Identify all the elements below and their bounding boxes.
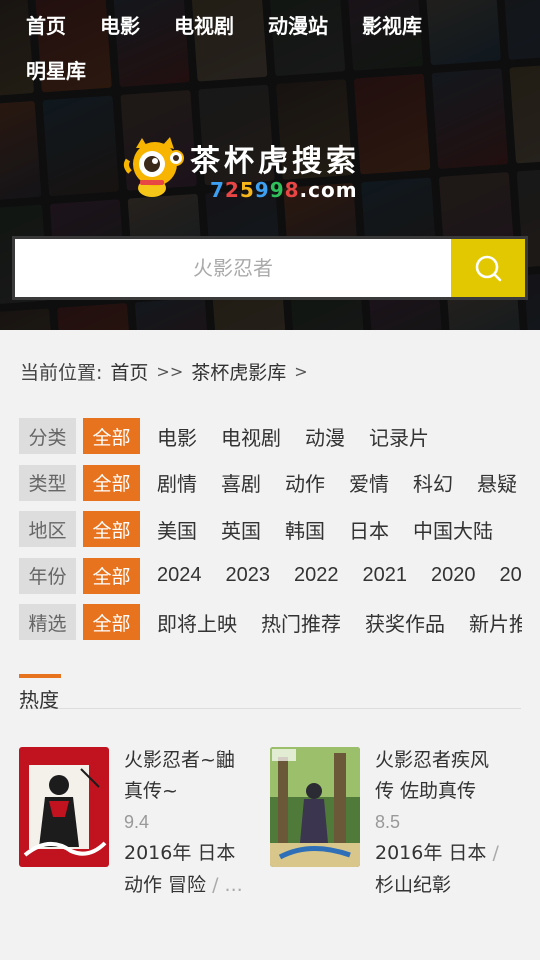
logo-url-domain: .com <box>299 178 358 202</box>
movie-info: 火影忍者疾风传 佐助真传 8.5 2016年 日本 / 杉山纪彰 <box>375 745 503 901</box>
filter-all-button[interactable]: 全部 <box>83 511 140 548</box>
movie-meta-sep: / <box>492 842 499 864</box>
movie-card[interactable]: 火影忍者~鼬真传~ 9.4 2016年 日本 动作 冒险 / ... <box>19 745 259 905</box>
search-button[interactable] <box>451 239 525 297</box>
nav-tv[interactable]: 电视剧 <box>174 10 234 42</box>
hot-section-title: 热度 <box>19 688 59 712</box>
filter-option[interactable]: 日本 <box>349 515 389 544</box>
breadcrumb-current[interactable]: 茶杯虎影库 <box>191 358 286 385</box>
logo-url-digit: 9 <box>269 178 285 202</box>
logo-url-digit: 5 <box>239 178 255 202</box>
poster-image <box>19 747 109 867</box>
section-accent-bar <box>19 674 61 678</box>
logo-url-digit: 7 <box>210 178 225 202</box>
filter-option[interactable]: 2021 <box>363 564 408 587</box>
breadcrumb-prefix: 当前位置: <box>20 362 103 384</box>
filter-option[interactable]: 爱情 <box>349 468 389 497</box>
movie-score: 9.4 <box>124 812 150 832</box>
top-nav: 首页 电影 电视剧 动漫站 影视库 明星库 <box>26 10 526 100</box>
movie-poster[interactable] <box>270 747 360 867</box>
movie-year-region: 2016年 日本 <box>375 842 487 864</box>
filter-row-featured: 精选 全部 即将上映 热门推荐 获奖作品 新片推 <box>19 603 522 641</box>
nav-library[interactable]: 影视库 <box>362 10 422 42</box>
tiger-mascot-icon <box>123 137 184 197</box>
hot-section-header: 热度 <box>19 674 521 712</box>
movie-meta-more: / ... <box>212 874 243 896</box>
movie-meta-actor: 杉山纪彰 <box>375 874 452 896</box>
filter-panel: 分类 全部 电影 电视剧 动漫 记录片 类型 全部 剧情 喜剧 动作 爱情 科幻… <box>19 417 522 650</box>
movie-score: 8.5 <box>375 812 401 832</box>
filter-option[interactable]: 美国 <box>157 515 197 544</box>
filter-label: 精选 <box>19 604 76 641</box>
filter-label: 分类 <box>19 418 76 454</box>
filter-all-button[interactable]: 全部 <box>83 418 140 454</box>
nav-stars[interactable]: 明星库 <box>26 55 86 87</box>
filter-option[interactable]: 2020 <box>431 564 476 587</box>
logo-url-digit: 9 <box>254 178 270 202</box>
movie-title[interactable]: 火影忍者~鼬真传~ <box>124 745 252 807</box>
filter-row-category: 分类 全部 电影 电视剧 动漫 记录片 <box>19 417 522 455</box>
filter-option[interactable]: 科幻 <box>413 468 453 497</box>
logo-url-digit: 2 <box>224 178 240 202</box>
filter-option[interactable]: 2022 <box>294 564 339 587</box>
filter-option[interactable]: 获奖作品 <box>365 608 445 637</box>
search-input[interactable] <box>15 239 451 297</box>
breadcrumb-separator: >> <box>156 362 184 381</box>
movie-card[interactable]: 火影忍者疾风传 佐助真传 8.5 2016年 日本 / 杉山纪彰 <box>270 745 510 905</box>
filter-option[interactable]: 即将上映 <box>157 608 237 637</box>
filter-option[interactable]: 记录片 <box>369 422 429 451</box>
movie-poster[interactable] <box>19 747 109 867</box>
filter-option[interactable]: 2024 <box>157 564 202 587</box>
filter-option[interactable]: 20 <box>500 564 522 587</box>
filter-option[interactable]: 韩国 <box>285 515 325 544</box>
filter-all-button[interactable]: 全部 <box>83 604 140 641</box>
nav-home[interactable]: 首页 <box>26 10 66 42</box>
filter-label: 年份 <box>19 557 76 594</box>
nav-movies[interactable]: 电影 <box>100 10 140 42</box>
logo-url: 725998.com <box>210 178 358 202</box>
filter-option[interactable]: 新片推 <box>469 608 522 637</box>
logo-url-digit: 8 <box>284 178 300 202</box>
breadcrumb-separator: > <box>294 362 308 381</box>
movie-genres: 动作 冒险 <box>124 874 207 896</box>
search-icon <box>475 255 502 282</box>
filter-option[interactable]: 悬疑 <box>477 468 517 497</box>
filter-all-button[interactable]: 全部 <box>83 557 140 594</box>
filter-option[interactable]: 动漫 <box>305 422 345 451</box>
movie-meta-year-region: 2016年 日本 / <box>375 837 503 869</box>
filter-row-genre: 类型 全部 剧情 喜剧 动作 爱情 科幻 悬疑 <box>19 464 522 502</box>
movie-info: 火影忍者~鼬真传~ 9.4 2016年 日本 动作 冒险 / ... <box>124 745 252 901</box>
poster-image <box>270 747 360 867</box>
movie-title[interactable]: 火影忍者疾风传 佐助真传 <box>375 745 503 807</box>
filter-row-year: 年份 全部 2024 2023 2022 2021 2020 20 <box>19 557 522 595</box>
filter-option[interactable]: 2023 <box>226 564 271 587</box>
filter-option[interactable]: 剧情 <box>157 468 197 497</box>
filter-option[interactable]: 中国大陆 <box>413 515 493 544</box>
filter-option[interactable]: 电影 <box>157 422 197 451</box>
search-bar <box>12 236 528 300</box>
logo-title: 茶杯虎搜索 <box>190 144 360 179</box>
movie-meta-genres: 动作 冒险 / ... <box>124 869 252 901</box>
filter-option[interactable]: 电视剧 <box>221 422 281 451</box>
nav-anime[interactable]: 动漫站 <box>268 10 328 42</box>
breadcrumb-home[interactable]: 首页 <box>110 358 148 385</box>
filter-label: 地区 <box>19 511 76 548</box>
header-banner: 首页 电影 电视剧 动漫站 影视库 明星库 茶杯虎搜索 725998.com <box>0 0 540 330</box>
filter-all-button[interactable]: 全部 <box>83 464 140 501</box>
filter-option[interactable]: 热门推荐 <box>261 608 341 637</box>
filter-row-region: 地区 全部 美国 英国 韩国 日本 中国大陆 <box>19 510 522 548</box>
filter-option[interactable]: 动作 <box>285 468 325 497</box>
site-logo[interactable]: 茶杯虎搜索 725998.com <box>122 132 422 207</box>
filter-option[interactable]: 喜剧 <box>221 468 261 497</box>
movie-meta-year-region: 2016年 日本 <box>124 842 236 864</box>
filter-option[interactable]: 英国 <box>221 515 261 544</box>
filter-label: 类型 <box>19 464 76 501</box>
breadcrumb: 当前位置: 首页 >> 茶杯虎影库 > <box>20 358 316 385</box>
